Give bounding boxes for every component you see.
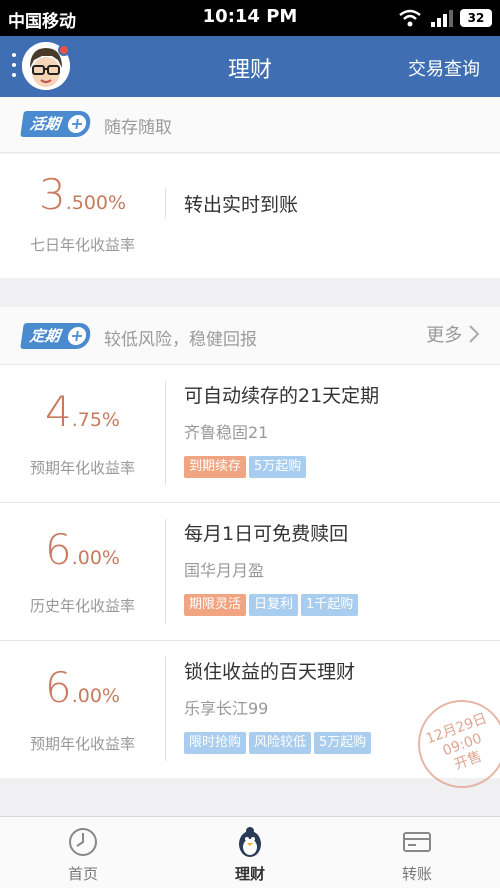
bottom-tabbar: 首页 理财 转账 — [0, 816, 500, 888]
rate-label: 七日年化收益率 — [29, 236, 135, 254]
rate-value: 6.00% — [0, 525, 165, 574]
tab-transfer[interactable]: 转账 — [334, 817, 500, 888]
fixed-tag-label: 定期 — [28, 327, 62, 345]
badge: 5万起购 — [314, 732, 372, 754]
badge: 1千起购 — [301, 594, 359, 616]
product-title: 转出实时到账 — [184, 194, 299, 216]
product-name: 乐享长江99 — [184, 699, 269, 718]
rate-main: 6 — [44, 525, 72, 574]
penguin-icon — [239, 827, 261, 857]
badge-group: 限时抢购 风险较低 5万起购 — [184, 731, 374, 754]
fixed-tag[interactable]: 定期 + — [20, 323, 92, 349]
tab-label: 理财 — [234, 865, 265, 883]
wifi-icon — [399, 9, 421, 27]
current-tag-label: 活期 — [28, 115, 62, 133]
tab-home[interactable]: 首页 — [0, 817, 166, 888]
divider — [165, 519, 166, 623]
chevron-right-icon — [469, 325, 480, 343]
product-name: 齐鲁稳固21 — [184, 423, 269, 442]
rate-value: 3.500% — [0, 170, 165, 219]
badge: 限时抢购 — [184, 732, 247, 754]
plus-icon: + — [66, 326, 88, 345]
fixed-section-header: 定期 + 较低风险，稳健回报 更多 — [0, 307, 500, 365]
fixed-product-card[interactable]: 4.75% 预期年化收益率 可自动续存的21天定期 齐鲁稳固21 到期续存 5万起… — [0, 365, 500, 502]
rate-label: 预期年化收益率 — [29, 735, 135, 753]
rate-main: 3 — [38, 170, 66, 219]
badge: 5万起购 — [249, 456, 307, 478]
tab-label: 首页 — [67, 865, 98, 883]
current-section-header: 活期 + 随存随取 — [0, 97, 500, 153]
more-label: 更多 — [426, 325, 463, 346]
current-tag[interactable]: 活期 + — [20, 111, 92, 137]
card-icon — [403, 832, 431, 852]
divider — [165, 381, 166, 485]
badge: 期限灵活 — [184, 594, 247, 616]
clock-icon — [69, 828, 97, 856]
badge-group: 期限灵活 日复利 1千起购 — [184, 593, 361, 616]
rate-label: 历史年化收益率 — [29, 597, 135, 615]
current-subtitle: 随存随取 — [104, 118, 172, 138]
top-navbar: 理财 交易查询 — [0, 36, 500, 97]
fixed-subtitle: 较低风险，稳健回报 — [104, 330, 257, 350]
badge: 日复利 — [249, 594, 299, 616]
plus-icon: + — [66, 114, 88, 133]
badge: 到期续存 — [184, 456, 247, 478]
tab-finance[interactable]: 理财 — [167, 817, 333, 888]
signal-icon — [431, 10, 453, 27]
badge: 风险较低 — [249, 732, 312, 754]
clock: 10:14 PM — [202, 6, 298, 27]
rate-decimal: .00% — [71, 547, 120, 569]
divider — [165, 188, 166, 218]
more-link[interactable]: 更多 — [426, 321, 480, 347]
product-title: 锁住收益的百天理财 — [184, 661, 356, 683]
product-title: 可自动续存的21天定期 — [184, 385, 380, 407]
rate-decimal: .00% — [71, 685, 120, 707]
rate-decimal: .500% — [65, 192, 127, 214]
status-bar: 中国移动 10:14 PM 32 — [0, 0, 500, 36]
rate-main: 4 — [44, 387, 72, 436]
product-name: 国华月月盈 — [184, 561, 265, 580]
rate-value: 4.75% — [0, 387, 165, 436]
battery-indicator: 32 — [460, 9, 492, 27]
divider — [165, 657, 166, 761]
rate-value: 6.00% — [0, 663, 165, 712]
tab-label: 转账 — [401, 865, 432, 883]
current-product-card[interactable]: 3.500% 七日年化收益率 转出实时到账 — [0, 154, 500, 278]
transaction-query-link[interactable]: 交易查询 — [408, 55, 480, 81]
rate-decimal: .75% — [71, 409, 120, 431]
rate-label: 预期年化收益率 — [29, 459, 135, 477]
badge-group: 到期续存 5万起购 — [184, 455, 309, 478]
fixed-product-card[interactable]: 6.00% 历史年化收益率 每月1日可免费赎回 国华月月盈 期限灵活 日复利 1千起… — [0, 503, 500, 640]
rate-main: 6 — [44, 663, 72, 712]
product-title: 每月1日可免费赎回 — [184, 523, 349, 545]
